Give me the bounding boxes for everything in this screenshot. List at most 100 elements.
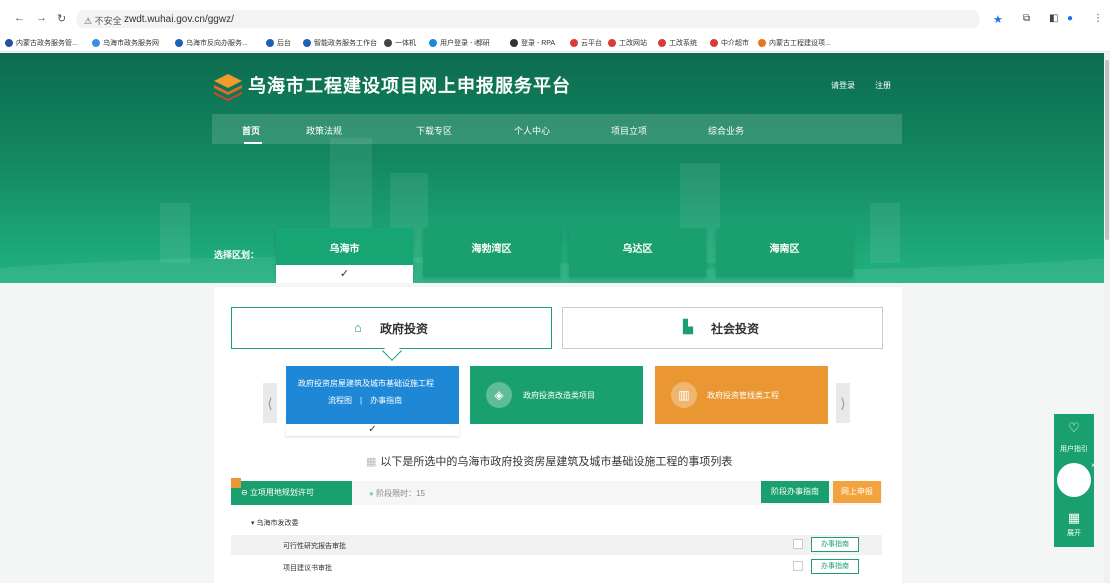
stage-guide-button[interactable]: 阶段办事指南	[761, 481, 829, 503]
bookmark-item[interactable]: 乌海市反向办服务...	[175, 38, 248, 48]
close-icon[interactable]: ×	[1091, 461, 1096, 470]
logo-icon	[214, 74, 242, 101]
tab-gov-label: 政府投资	[380, 322, 429, 336]
bookmark-label: 内蒙古政务服务管...	[16, 40, 78, 47]
item-checkbox[interactable]	[793, 561, 803, 571]
carousel-prev-button[interactable]: ⟨	[263, 383, 277, 423]
bookmark-item[interactable]: 乌海市政务服务网	[92, 38, 159, 48]
bookmark-label: 后台	[277, 40, 291, 47]
security-label: 不安全	[94, 16, 122, 26]
list-heading: ▦ 以下是所选中的乌海市政府投资房屋建筑及城市基础设施工程的事项列表	[366, 453, 732, 469]
main-nav: 首页 政策法规 下载专区 个人中心 项目立项 综合业务	[212, 114, 902, 144]
card-title: 政府投资房屋建筑及城市基础设施工程	[298, 379, 434, 388]
list-item: 项目建议书审批 办事指南	[231, 557, 882, 577]
check-icon: ✓	[286, 424, 459, 436]
bookmark-favicon-icon	[92, 39, 100, 47]
bookmark-item[interactable]: 中介超市	[710, 38, 749, 48]
extensions-icon[interactable]: ⧉	[1023, 13, 1030, 24]
bookmark-label: 乌海市反向办服务...	[186, 40, 248, 47]
qr-code-icon[interactable]	[1057, 463, 1091, 497]
user-guide-label[interactable]: 用户指引	[1054, 444, 1094, 454]
bookmark-favicon-icon	[758, 39, 766, 47]
login-link[interactable]: 请登录	[831, 80, 855, 91]
bookmark-item[interactable]: 一体机	[384, 38, 416, 48]
list-heading-text: 以下是所选中的乌海市政府投资房屋建筑及城市基础设施工程的事项列表	[380, 456, 733, 468]
site-title: 乌海市工程建设项目网上申报服务平台	[248, 76, 571, 96]
sidebar-icon[interactable]: ◧	[1049, 13, 1058, 24]
nav-policy[interactable]: 政策法规	[306, 124, 342, 137]
bookmark-item[interactable]: 后台	[266, 38, 291, 48]
bookmark-favicon-icon	[510, 39, 518, 47]
item-guide-button[interactable]: 办事指南	[811, 537, 859, 552]
stage-name: 立项用地规划许可	[249, 488, 314, 497]
bookmark-label: 智能政务服务工作台	[314, 40, 377, 47]
bookmark-star-icon[interactable]: ★	[993, 13, 1003, 26]
item-guide-button[interactable]: 办事指南	[811, 559, 859, 574]
card-gov-housing-infra[interactable]: 政府投资房屋建筑及城市基础设施工程 流程图 | 办事指南	[286, 366, 459, 424]
card-title: 政府投资改造类项目	[523, 391, 595, 400]
bookmark-favicon-icon	[175, 39, 183, 47]
card-gov-renovation[interactable]: ◈ 政府投资改造类项目	[470, 366, 643, 424]
district-wuda[interactable]: 乌达区	[569, 228, 706, 277]
stage-corner-badge	[231, 478, 241, 488]
bookmark-item[interactable]: 用户登录 - i都研	[429, 38, 490, 48]
bookmark-item[interactable]: 云平台	[570, 38, 602, 48]
url-text[interactable]: zwdt.wuhai.gov.cn/ggwz/	[124, 14, 234, 25]
nav-home[interactable]: 首页	[242, 124, 260, 137]
list-item: 可行性研究报告审批 办事指南	[231, 535, 882, 555]
bookmark-item[interactable]: 内蒙古政务服务管...	[5, 38, 78, 48]
bookmarks-bar: 内蒙古政务服务管... 乌海市政务服务网 乌海市反向办服务... 后台 智能政务服务工作…	[0, 34, 1110, 52]
bookmark-label: 一体机	[395, 40, 416, 47]
bookmark-item[interactable]: 工改系统	[658, 38, 697, 48]
bookmark-favicon-icon	[5, 39, 13, 47]
bookmark-favicon-icon	[384, 39, 392, 47]
item-checkbox[interactable]	[793, 539, 803, 549]
layers-icon: ◈	[486, 382, 512, 408]
bookmark-label: 乌海市政务服务网	[103, 40, 159, 47]
bookmark-favicon-icon	[710, 39, 718, 47]
carousel-next-button[interactable]: ⟩	[836, 383, 850, 423]
nav-active-indicator	[244, 142, 262, 144]
security-warning[interactable]: ⚠ 不安全	[84, 14, 122, 27]
bookmark-label: 登录 - RPA	[521, 40, 556, 47]
register-link[interactable]: 注册	[875, 80, 891, 91]
building-icon: ▥	[671, 382, 697, 408]
nav-general-business[interactable]: 综合业务	[708, 124, 744, 137]
tab-social-label: 社会投资	[711, 322, 760, 336]
bookmark-item[interactable]: 登录 - RPA	[510, 38, 555, 48]
card-links[interactable]: 流程图 | 办事指南	[328, 395, 402, 406]
back-icon[interactable]: ←	[14, 12, 25, 24]
lightbulb-icon[interactable]: ♡	[1054, 420, 1094, 436]
bookmark-label: 云平台	[581, 40, 602, 47]
bookmark-favicon-icon	[266, 39, 274, 47]
stage-tag[interactable]: ⊖ 立项用地规划许可	[231, 481, 352, 505]
bookmark-favicon-icon	[429, 39, 437, 47]
nav-project-approval[interactable]: 项目立项	[611, 124, 647, 137]
nav-downloads[interactable]: 下载专区	[416, 124, 452, 137]
card-gov-pipeline[interactable]: ▥ 政府投资管线类工程	[655, 366, 828, 424]
bookmark-label: 中介超市	[721, 40, 749, 47]
scrollbar-thumb[interactable]	[1105, 60, 1109, 240]
nav-personal-center[interactable]: 个人中心	[514, 124, 550, 137]
menu-icon[interactable]: ⋮	[1093, 13, 1103, 24]
reload-icon[interactable]: ↻	[57, 12, 66, 25]
bookmark-item[interactable]: 内蒙古工程建设项...	[758, 38, 831, 48]
bookmark-favicon-icon	[303, 39, 311, 47]
bookmark-favicon-icon	[570, 39, 578, 47]
district-haibowan[interactable]: 海勃湾区	[423, 228, 560, 277]
browser-toolbar: ← → ↻ ⚠ 不安全 zwdt.wuhai.gov.cn/ggwz/ ★ ⧉ …	[0, 0, 1110, 34]
stage-time-limit: ● 阶段限时：15	[369, 488, 425, 499]
online-apply-button[interactable]: 网上申报	[833, 481, 881, 503]
check-icon: ✓	[276, 265, 413, 283]
social-building-icon: ▙	[683, 319, 693, 334]
district-hainan[interactable]: 海南区	[716, 228, 853, 277]
department-toggle[interactable]: ▾ 乌海市发改委	[251, 518, 298, 528]
bookmark-label: 工改网站	[619, 40, 647, 47]
grid-icon[interactable]: ▦	[1054, 510, 1094, 526]
bookmark-favicon-icon	[608, 39, 616, 47]
expand-label[interactable]: 展开	[1054, 528, 1094, 538]
profile-icon[interactable]: ●	[1067, 13, 1073, 24]
forward-icon[interactable]: →	[36, 12, 47, 24]
bookmark-item[interactable]: 智能政务服务工作台	[303, 38, 377, 48]
bookmark-item[interactable]: 工改网站	[608, 38, 647, 48]
